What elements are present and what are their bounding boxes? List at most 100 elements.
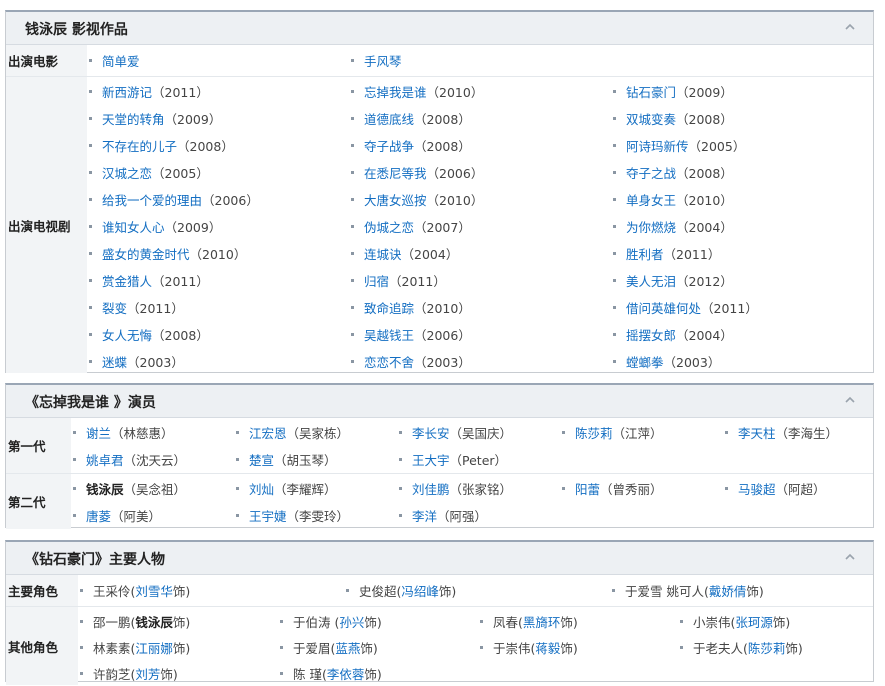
- square-bullet-icon: [351, 58, 354, 62]
- square-bullet-icon: [351, 225, 354, 228]
- square-bullet-icon: [562, 487, 565, 490]
- item-link[interactable]: 唐菱: [86, 506, 111, 525]
- item-link[interactable]: 钻石豪门: [626, 82, 676, 101]
- item-link[interactable]: 伪城之恋: [364, 217, 414, 236]
- item-link[interactable]: 致命追踪: [364, 298, 414, 317]
- square-bullet-icon: [89, 225, 92, 228]
- item-link[interactable]: 蒋毅: [535, 638, 560, 657]
- list-item: 谁知女人心 （2009）: [89, 213, 351, 240]
- item-link[interactable]: 楚宣: [249, 450, 274, 469]
- item-link[interactable]: 忘掉我是谁: [364, 82, 427, 101]
- chevron-up-icon[interactable]: [843, 393, 857, 407]
- item-link[interactable]: 在悉尼等我: [364, 163, 427, 182]
- square-bullet-icon: [236, 487, 239, 490]
- item-link[interactable]: 借问英雄何处: [626, 298, 701, 317]
- item-link[interactable]: 王大宇: [412, 450, 450, 469]
- item-link[interactable]: 阿诗玛新传: [626, 136, 689, 155]
- item-current: 钱泳辰: [135, 614, 173, 630]
- item-link[interactable]: 手风琴: [364, 51, 402, 70]
- item-link[interactable]: 戴娇倩: [709, 581, 747, 600]
- item-link[interactable]: 李长安: [412, 423, 450, 442]
- navbox-cast: 《忘掉我是谁 》演员 第一代 谢兰 （林慈惠） 江宏恩 （吴家栋） 李长安 （吴国庆） 陈莎…: [5, 383, 874, 529]
- item-link[interactable]: 刘佳鹏: [412, 479, 450, 498]
- group-movies: 出演电影 简单爱 手风琴: [6, 45, 873, 77]
- item-link[interactable]: 给我一个爱的理由: [102, 190, 202, 209]
- item-link[interactable]: 赏金猎人: [102, 271, 152, 290]
- item-link[interactable]: 冯绍峰: [401, 581, 439, 600]
- item-link[interactable]: 姚卓君: [86, 450, 124, 469]
- item-link[interactable]: 迷蝶: [102, 352, 127, 371]
- item-link[interactable]: 归宿: [364, 271, 389, 290]
- list-item: 女人无悔 （2008）: [89, 321, 351, 348]
- item-link[interactable]: 江丽娜: [135, 638, 173, 657]
- square-bullet-icon: [399, 458, 402, 461]
- item-link[interactable]: 夺子战争: [364, 136, 414, 155]
- item-link[interactable]: 刘芳: [135, 664, 160, 683]
- item-link[interactable]: 新西游记: [102, 82, 152, 101]
- item-link[interactable]: 谢兰: [86, 423, 111, 442]
- item-suffix: （李海生）: [775, 426, 839, 441]
- group-other-roles: 其他角色 邵一鹏(钱泳辰 饰) 于伯涛 (孙兴 饰) 凤春(黑旖环 饰) 小崇伟(张珂…: [6, 607, 873, 685]
- item-suffix: （2011）: [389, 274, 446, 289]
- item-link[interactable]: 王宇婕: [249, 506, 287, 525]
- item-link[interactable]: 阳蕾: [575, 479, 600, 498]
- item-link[interactable]: 李天柱: [738, 423, 776, 442]
- list-item: 给我一个爱的理由 （2006）: [89, 186, 351, 213]
- item-suffix: （2010）: [414, 301, 471, 316]
- item-suffix: （2004）: [676, 220, 733, 235]
- item-link[interactable]: 道德底线: [364, 109, 414, 128]
- item-link[interactable]: 马骏超: [738, 479, 776, 498]
- item-link[interactable]: 夺子之战: [626, 163, 676, 182]
- group-gen1: 第一代 谢兰 （林慈惠） 江宏恩 （吴家栋） 李长安 （吴国庆） 陈莎莉 （江萍） 李天柱 （李海…: [6, 418, 873, 474]
- item-link[interactable]: 谁知女人心: [102, 217, 165, 236]
- list-item: 裂变 （2011）: [89, 294, 351, 321]
- item-link[interactable]: 简单爱: [102, 51, 140, 70]
- list-item: 李洋 （阿强）: [399, 502, 562, 529]
- item-suffix: （2010）: [426, 85, 484, 100]
- item-link[interactable]: 黑旖环: [523, 612, 561, 631]
- item-link[interactable]: 孙兴: [339, 612, 364, 631]
- item-link[interactable]: 为你燃烧: [626, 217, 676, 236]
- item-link[interactable]: 美人无泪: [626, 271, 676, 290]
- item-suffix: 饰): [438, 583, 457, 599]
- group-items: 谢兰 （林慈惠） 江宏恩 （吴家栋） 李长安 （吴国庆） 陈莎莉 （江萍） 李天柱 （李海生） 姚卓…: [71, 418, 885, 473]
- square-bullet-icon: [89, 360, 92, 363]
- square-bullet-icon: [351, 171, 354, 174]
- item-link[interactable]: 刘雪华: [135, 581, 173, 600]
- item-link[interactable]: 螳螂拳: [626, 352, 664, 371]
- item-suffix: 饰): [560, 640, 578, 656]
- item-link[interactable]: 盛女的黄金时代: [102, 244, 190, 263]
- item-link[interactable]: 陈莎莉: [575, 423, 613, 442]
- item-suffix: （江萍）: [612, 426, 663, 441]
- item-link[interactable]: 天堂的转角: [102, 109, 165, 128]
- square-bullet-icon: [236, 458, 239, 461]
- item-link[interactable]: 刘灿: [249, 479, 274, 498]
- item-link[interactable]: 陈莎莉: [748, 638, 786, 657]
- list-item: 陈 瑾(李依蓉 饰): [280, 660, 480, 686]
- item-link[interactable]: 吴越钱王: [364, 325, 414, 344]
- item-link[interactable]: 摇摆女郎: [626, 325, 676, 344]
- list-item: 阳蕾 （曾秀丽）: [562, 475, 725, 502]
- item-link[interactable]: 汉城之恋: [102, 163, 152, 182]
- item-link[interactable]: 江宏恩: [249, 423, 287, 442]
- item-link[interactable]: 裂变: [102, 298, 127, 317]
- chevron-up-icon[interactable]: [843, 20, 857, 34]
- item-suffix: （2011）: [152, 274, 209, 289]
- item-prefix: 王采伶(: [93, 583, 136, 599]
- item-link[interactable]: 双城变奏: [626, 109, 676, 128]
- item-link[interactable]: 张珂源: [735, 612, 773, 631]
- chevron-up-icon[interactable]: [843, 550, 857, 564]
- item-link[interactable]: 女人无悔: [102, 325, 152, 344]
- item-link[interactable]: 连城诀: [364, 244, 402, 263]
- item-link[interactable]: 恋恋不舍: [364, 352, 414, 371]
- item-link[interactable]: 李依蓉: [327, 664, 365, 683]
- item-link[interactable]: 蓝燕: [335, 638, 360, 657]
- item-prefix: 邵一鹏(: [93, 614, 136, 630]
- item-link[interactable]: 胜利者: [626, 244, 664, 263]
- list-item: 凤春(黑旖环 饰): [480, 608, 680, 634]
- item-link[interactable]: 单身女王: [626, 190, 676, 209]
- item-link[interactable]: 李洋: [412, 506, 437, 525]
- item-link[interactable]: 大唐女巡按: [364, 190, 427, 209]
- item-suffix: （2005）: [152, 166, 209, 181]
- item-link[interactable]: 不存在的儿子: [102, 136, 177, 155]
